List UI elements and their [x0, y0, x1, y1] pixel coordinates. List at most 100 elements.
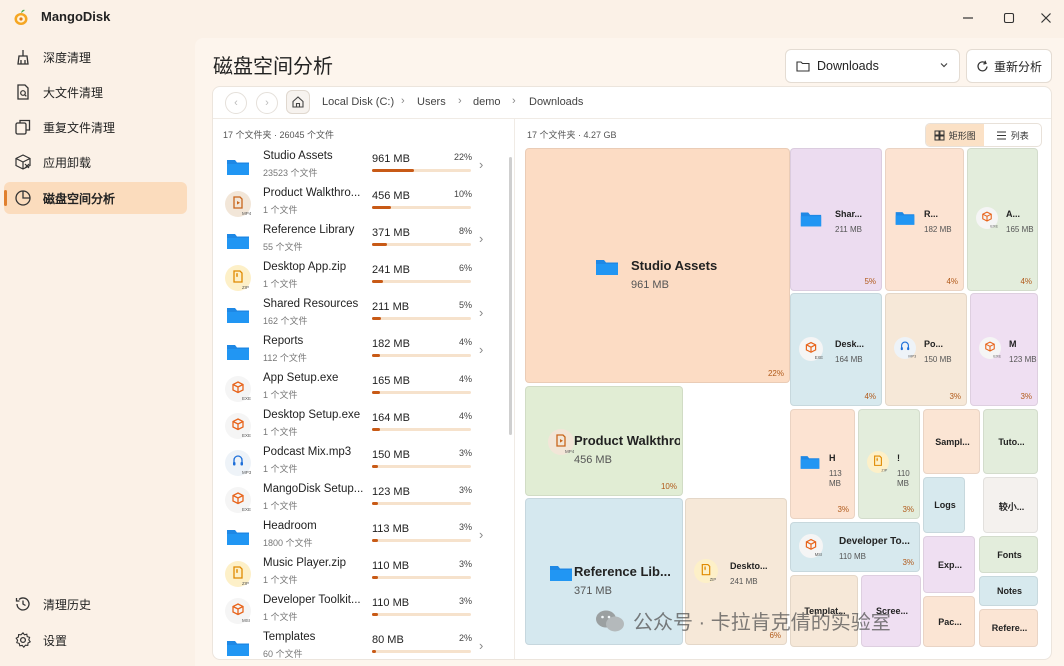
sidebar-item-deep-clean[interactable]: 深度清理	[4, 41, 187, 73]
file-size: 110 MB	[372, 560, 410, 572]
treemap-tile[interactable]: Fonts	[979, 536, 1038, 573]
treemap-tile[interactable]: EXE M 123 MB 3%	[970, 293, 1038, 406]
file-count: 1 个文件	[263, 464, 298, 474]
treemap-tile[interactable]: Refere...	[979, 609, 1038, 647]
sidebar-item-disk-analysis[interactable]: 磁盘空间分析	[4, 182, 187, 214]
sidebar-item-settings[interactable]: 设置	[4, 624, 187, 656]
treemap-tile[interactable]: MP3 Po... 150 MB 3%	[885, 293, 967, 406]
treemap-tile[interactable]: Sampl...	[923, 409, 980, 474]
file-row[interactable]: EXE App Setup.exe 1 个文件 165 MB 4%	[213, 370, 513, 407]
chevron-right-icon[interactable]: ›	[479, 342, 483, 357]
gear-icon	[13, 630, 33, 650]
file-row[interactable]: Reference Library 55 个文件 371 MB 8% ›	[213, 222, 513, 259]
treemap-tile[interactable]: Notes	[979, 576, 1038, 606]
home-button[interactable]	[286, 90, 310, 114]
back-button[interactable]: ‹	[225, 92, 247, 114]
breadcrumb-item[interactable]: Users	[417, 96, 446, 108]
close-button[interactable]	[1036, 8, 1056, 28]
file-row[interactable]: MP4 Product Walkthro... 1 个文件 456 MB 10%	[213, 185, 513, 222]
file-count: 1 个文件	[263, 427, 298, 437]
chevron-right-icon[interactable]: ›	[479, 157, 483, 172]
list-view-button[interactable]: 列表	[984, 124, 1042, 146]
rescan-button[interactable]: 重新分析	[966, 49, 1052, 83]
sidebar-item-large-files[interactable]: 大文件清理	[4, 76, 187, 108]
tile-name: R...	[924, 208, 939, 219]
file-count: 55 个文件	[263, 242, 303, 252]
file-row[interactable]: EXE MangoDisk Setup... 1 个文件 123 MB 3%	[213, 481, 513, 518]
file-percent: 5%	[458, 300, 472, 310]
minimize-button[interactable]	[958, 8, 978, 28]
svg-text:EXE: EXE	[242, 507, 251, 512]
svg-text:ZIP: ZIP	[881, 468, 887, 472]
treemap-tile[interactable]: Shar... 211 MB 5%	[790, 148, 882, 291]
file-row[interactable]: Headroom 1800 个文件 113 MB 3% ›	[213, 518, 513, 555]
treemap-tile[interactable]: ZIP! 110 MB 3%	[858, 409, 920, 519]
file-count: 1 个文件	[263, 501, 298, 511]
file-row[interactable]: ZIP Desktop App.zip 1 个文件 241 MB 6%	[213, 259, 513, 296]
svg-text:EXE: EXE	[815, 355, 823, 360]
file-row[interactable]: MP3 Podcast Mix.mp3 1 个文件 150 MB 3%	[213, 444, 513, 481]
file-row[interactable]: Studio Assets 23523 个文件 961 MB 22% ›	[213, 148, 513, 185]
file-row[interactable]: MSI Developer Toolkit... 1 个文件 110 MB 3%	[213, 592, 513, 629]
treemap-tile[interactable]: Tuto...	[983, 409, 1038, 474]
location-select[interactable]: Downloads	[785, 49, 960, 83]
tile-name: !	[897, 453, 900, 463]
file-row[interactable]: Reports 112 个文件 182 MB 4% ›	[213, 333, 513, 370]
tile-name: Pac...	[938, 616, 962, 627]
file-size: 165 MB	[372, 375, 410, 387]
maximize-icon	[1003, 12, 1015, 24]
chevron-right-icon[interactable]: ›	[479, 231, 483, 246]
file-size: 371 MB	[372, 227, 410, 239]
chevron-right-icon[interactable]: ›	[479, 527, 483, 542]
breadcrumb-item[interactable]: Downloads	[529, 96, 583, 108]
breadcrumb-item[interactable]: demo	[473, 96, 501, 108]
file-row[interactable]: ZIP Music Player.zip 1 个文件 110 MB 3%	[213, 555, 513, 592]
treemap-tile[interactable]: Studio Assets 961 MB 22%	[525, 148, 790, 383]
file-percent: 4%	[458, 411, 472, 421]
folder-icon	[225, 154, 251, 180]
usage-bar	[372, 243, 471, 246]
sidebar-item-history[interactable]: 清理历史	[4, 588, 187, 620]
file-count: 1 个文件	[263, 390, 298, 400]
treemap-tile[interactable]: MP4Product Walkthrough.mp4 456 MB 10%	[525, 386, 683, 496]
mp4-file-icon: MP4	[225, 191, 252, 217]
mango-logo-icon	[14, 9, 28, 25]
forward-button[interactable]: ›	[256, 92, 278, 114]
treemap-tile[interactable]: EXE Desk... 164 MB 4%	[790, 293, 882, 406]
file-percent: 2%	[458, 633, 472, 643]
treemap-tile[interactable]: 较小...	[983, 477, 1038, 533]
scrollbar[interactable]	[509, 157, 512, 435]
treemap-tile[interactable]: EXE A... 165 MB 4%	[967, 148, 1038, 291]
tile-name: Exp...	[937, 559, 962, 570]
chevron-right-icon[interactable]: ›	[479, 305, 483, 320]
file-size: 241 MB	[372, 264, 410, 276]
pie-chart-icon	[13, 188, 33, 208]
file-name: Desktop App.zip	[263, 261, 347, 273]
treemap-tile[interactable]: Logs	[923, 477, 965, 533]
file-count: 1 个文件	[263, 279, 298, 289]
file-row[interactable]: Shared Resources 162 个文件 211 MB 5% ›	[213, 296, 513, 333]
sidebar-item-uninstall[interactable]: 应用卸载	[4, 146, 187, 178]
tile-name: Notes	[996, 586, 1022, 596]
treemap-tile[interactable]: Pac...	[923, 596, 975, 647]
exe-file-icon: EXE	[976, 206, 998, 232]
usage-bar	[372, 391, 471, 394]
treemap-tile[interactable]: H 113 MB 3%	[790, 409, 855, 519]
file-row[interactable]: EXE Desktop Setup.exe 1 个文件 164 MB 4%	[213, 407, 513, 444]
chevron-right-icon[interactable]: ›	[479, 638, 483, 653]
file-row[interactable]: Templates 60 个文件 80 MB 2% ›	[213, 629, 513, 659]
treemap-view-button[interactable]: 矩形图	[926, 124, 984, 146]
wechat-icon	[596, 610, 624, 631]
title-bar: MangoDisk	[0, 0, 1064, 36]
sidebar-item-duplicates[interactable]: 重复文件清理	[4, 111, 187, 143]
file-percent: 10%	[453, 189, 472, 199]
treemap-tile[interactable]: R... 182 MB 4%	[885, 148, 964, 291]
analysis-panel: ‹ › Local Disk (C:) › Users › demo › Dow…	[212, 86, 1052, 660]
watermark-text: 公众号 · 卡拉肯克倩的实验室	[633, 612, 891, 634]
breadcrumb-item[interactable]: Local Disk (C:)	[322, 96, 394, 108]
exe-file-icon: EXE	[979, 336, 1001, 362]
file-size: 961 MB	[372, 153, 410, 165]
treemap-tile[interactable]: Exp...	[923, 536, 975, 593]
maximize-button[interactable]	[999, 8, 1019, 28]
treemap-tile[interactable]: MSI Developer To... 110 MB 3%	[790, 522, 920, 572]
